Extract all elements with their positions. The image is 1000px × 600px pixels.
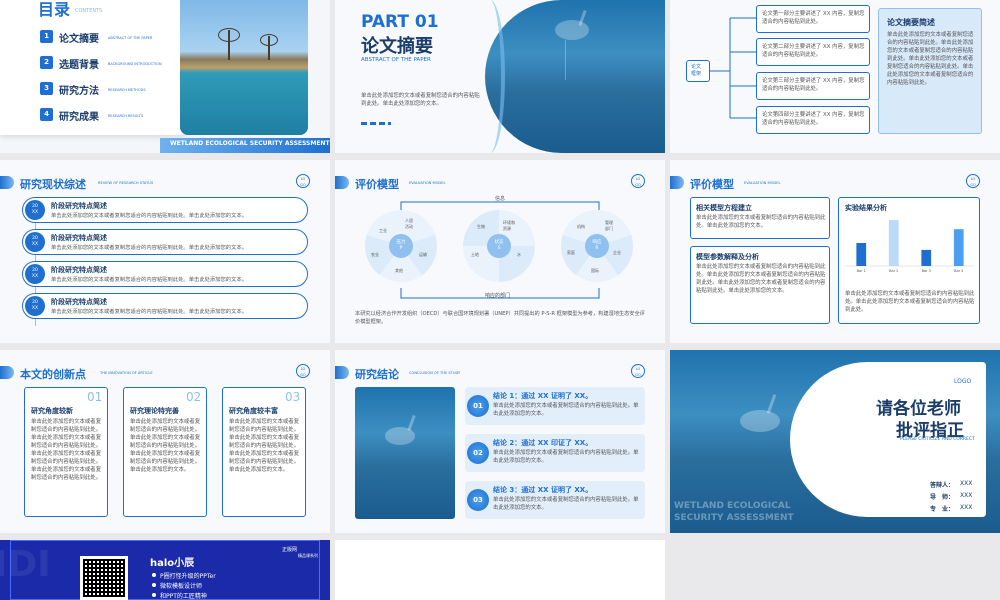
conclusion-item: 01 结论 1：通过 XX 证明了 XX。 单击此处添加您的文本或者复制您适合的… — [465, 387, 645, 425]
slide-title: 研究结论 — [355, 368, 399, 381]
heron-photo — [485, 0, 665, 153]
psr-wheel-state: 状态 S 生物 环境和 资源 水 土地 — [463, 210, 535, 282]
conclusion-item: 03 结论 3：通过 XX 证明了 XX。 单击此处添加您的文本或者复制您适合的… — [465, 481, 645, 519]
contents-item-en: ABSTRACT OF THE PAPER — [108, 36, 153, 40]
contents-num: 3 — [40, 82, 53, 95]
heron-photo — [355, 387, 455, 519]
slide-framework[interactable]: 论文 框架 论文第一部分主要讲述了 XX 内容，复制您适合的内容粘贴到此处。 论… — [670, 0, 1000, 153]
framework-item[interactable]: 论文第四部分主要讲述了 XX 内容，复制您适合的内容粘贴到此处。 — [756, 106, 870, 134]
contents-item-en: RESEARCH METHODS — [108, 88, 146, 92]
slide-subtitle: EVALUATION MODEL — [744, 181, 781, 185]
slide-research-status[interactable]: 研究现状综述 REVIEW OF RESEARCH STATUS LO GO 2… — [0, 160, 330, 343]
innovation-card: 02 研究理论特完善 单击此处添加您的文本或者复制您适合的内容粘贴到此处。单击此… — [123, 387, 207, 517]
lake-photo — [180, 0, 308, 135]
bar — [921, 249, 932, 266]
timeline-row[interactable]: 20 XX 阶段研究特点简述 单击此处添加您的文本或者复制您适合的内容粘贴到此处… — [22, 293, 308, 319]
psr-wheel-response: 响应 R 机构 管理 部门 企业 国际 家庭 — [561, 210, 633, 282]
results-box: 实验结果分析 Bar 1 Bar 2 Bar 3 Bar 4 单击此处添加您的文本或者… — [838, 197, 980, 324]
x-tick-label: Bar 4 — [954, 269, 964, 273]
contents-item[interactable]: 研究方法 — [59, 82, 99, 97]
contents-num: 4 — [40, 108, 53, 121]
x-tick-label: Bar 2 — [889, 269, 898, 273]
timeline-row[interactable]: 20 XX 阶段研究特点简述 单击此处添加您的文本或者复制您适合的内容粘贴到此处… — [22, 229, 308, 255]
abstract-card: 论文摘要简述 单击此处添加您的文本或者复制您适合的内容粘贴到此处。单击此处添加您… — [878, 8, 982, 134]
brand-sub: 精品课系列 — [298, 553, 318, 558]
logo-text: LOGO — [954, 378, 972, 385]
slide-subtitle: REVIEW OF RESEARCH STATUS — [98, 181, 154, 185]
contents-num: 2 — [40, 56, 53, 69]
footer-text: WETLAND ECOLOGICAL SECURITY ASSESSMENT — [170, 140, 330, 147]
slide-title: 本文的创新点 — [20, 368, 86, 381]
slide-author[interactable]: IDI halo小辰 P圈打怪升级的PPTer 微软模板设计师 和PPT的工匠精… — [0, 540, 330, 600]
slide-innovation[interactable]: 本文的创新点 THE INNOVATION OF ARTICLE LO GO 0… — [0, 350, 330, 533]
slide-subtitle: CONCLUSION OF THE STUDY — [409, 371, 461, 375]
framework-label: 论文 框架 — [686, 60, 710, 82]
conclusion-item: 02 结论 2：通过 XX 印证了 XX。 单击此处添加您的文本或者复制您适合的… — [465, 434, 645, 472]
logo-badge: LO GO — [966, 174, 980, 188]
framework-item[interactable]: 论文第三部分主要讲述了 XX 内容，复制您适合的内容粘贴到此处。 — [756, 72, 870, 100]
slide-part01[interactable]: PART 01 论文摘要 ABSTRACT OF THE PAPER 单击此处添… — [335, 0, 665, 153]
slide-contents[interactable]: 目录 CONTENTS 1 论文摘要 ABSTRACT OF THE PAPER… — [0, 0, 330, 153]
slide-conclusion[interactable]: 研究结论 CONCLUSION OF THE STUDY LO GO 01 结论… — [335, 350, 665, 533]
author-name: halo小辰 — [150, 558, 195, 569]
qr-code-icon — [80, 556, 128, 600]
x-tick-label: Bar 3 — [922, 269, 931, 273]
contents-title: 目录 — [38, 0, 71, 19]
contents-item[interactable]: 论文摘要 — [59, 30, 99, 45]
slide-subtitle: THE INNOVATION OF ARTICLE — [100, 371, 153, 375]
part-title: 论文摘要 — [361, 36, 433, 57]
bar — [953, 229, 964, 266]
bar — [888, 220, 899, 266]
contents-item-en: RESEARCH RESULTS — [108, 114, 144, 118]
contents-title-en: CONTENTS — [75, 8, 103, 14]
contents-item[interactable]: 选题背景 — [59, 56, 99, 71]
framework-item[interactable]: 论文第一部分主要讲述了 XX 内容，复制您适合的内容粘贴到此处。 — [756, 5, 870, 33]
psr-wheel-pressure: 压力 P 工业 人居 活动 运输 其他 农业 — [365, 210, 437, 282]
model-param-box: 模型参数解释及分析 单击此处添加您的文本或者复制您适合的内容粘贴到此处。单击此处… — [690, 246, 830, 324]
part-subtitle: ABSTRACT OF THE PAPER — [361, 57, 431, 63]
brand-name: 正版网 — [282, 547, 298, 553]
contents-item[interactable]: 研究成果 — [59, 108, 99, 123]
footer-text: WETLAND ECOLOGICAL SECURITY ASSESSMENT — [674, 501, 794, 523]
model-equation-box: 相关模型方程建立 单击此处添加您的文本或者复制您适合的内容粘贴到此处。单击此处添… — [690, 197, 830, 239]
logo-badge: LO GO — [631, 364, 645, 378]
x-tick-label: Bar 1 — [857, 269, 866, 273]
results-bar-chart: Bar 1 Bar 2 Bar 3 Bar 4 — [845, 220, 975, 273]
innovation-card: 03 研究角度较丰富 单击此处添加您的文本或者复制您适合的内容粘贴到此处。单击此… — [222, 387, 306, 517]
framework-item[interactable]: 论文第二部分主要讲述了 XX 内容，复制您适合的内容粘贴到此处。 — [756, 38, 870, 66]
timeline-row[interactable]: 20 XX 阶段研究特点简述 单击此处添加您的文本或者复制您适合的内容粘贴到此处… — [22, 197, 308, 223]
slide-blank[interactable] — [335, 540, 665, 600]
logo-badge: LO GO — [296, 364, 310, 378]
timeline-row[interactable]: 20 XX 阶段研究特点简述 单击此处添加您的文本或者复制您适合的内容粘贴到此处… — [22, 261, 308, 287]
slide-thanks[interactable]: LOGO 请各位老师 批评指正 PLEASE CRITICIZE AND COR… — [670, 350, 1000, 533]
contents-item-en: BACKGROUND INTRODUCTION — [108, 62, 162, 66]
part-body: 单击此处添加您的文本或者复制您适合的内容粘贴到此处。单击此处添加您的文本。 — [361, 93, 480, 107]
logo-badge: LO GO — [296, 174, 310, 188]
slide-title: 评价模型 — [690, 178, 734, 191]
innovation-card: 01 研究角度较新 单击此处添加您的文本或者复制您适合的内容粘贴到此处。单击此处… — [24, 387, 108, 517]
contents-num: 1 — [40, 30, 53, 43]
psr-top-label: 信息 — [495, 196, 506, 202]
framework-connectors — [710, 17, 756, 119]
slide-eval-model-chart[interactable]: 评价模型 EVALUATION MODEL LO GO 相关模型方程建立 单击此… — [670, 160, 1000, 343]
thanks-subtitle: PLEASE CRITICIZE AND CORRECT — [900, 437, 975, 442]
part-label: PART 01 — [361, 12, 439, 32]
bar — [856, 243, 867, 266]
psr-note: 本研究以经济合作开发组织（OECD）与联合国环境规划署（UNEP）共同提出的 P… — [355, 311, 645, 325]
slide-eval-model-psr[interactable]: 评价模型 EVALUATION MODEL LO GO 信息 响应的部门 压力 … — [335, 160, 665, 343]
psr-bottom-label: 响应的部门 — [485, 293, 511, 299]
slide-title: 研究现状综述 — [20, 178, 86, 191]
